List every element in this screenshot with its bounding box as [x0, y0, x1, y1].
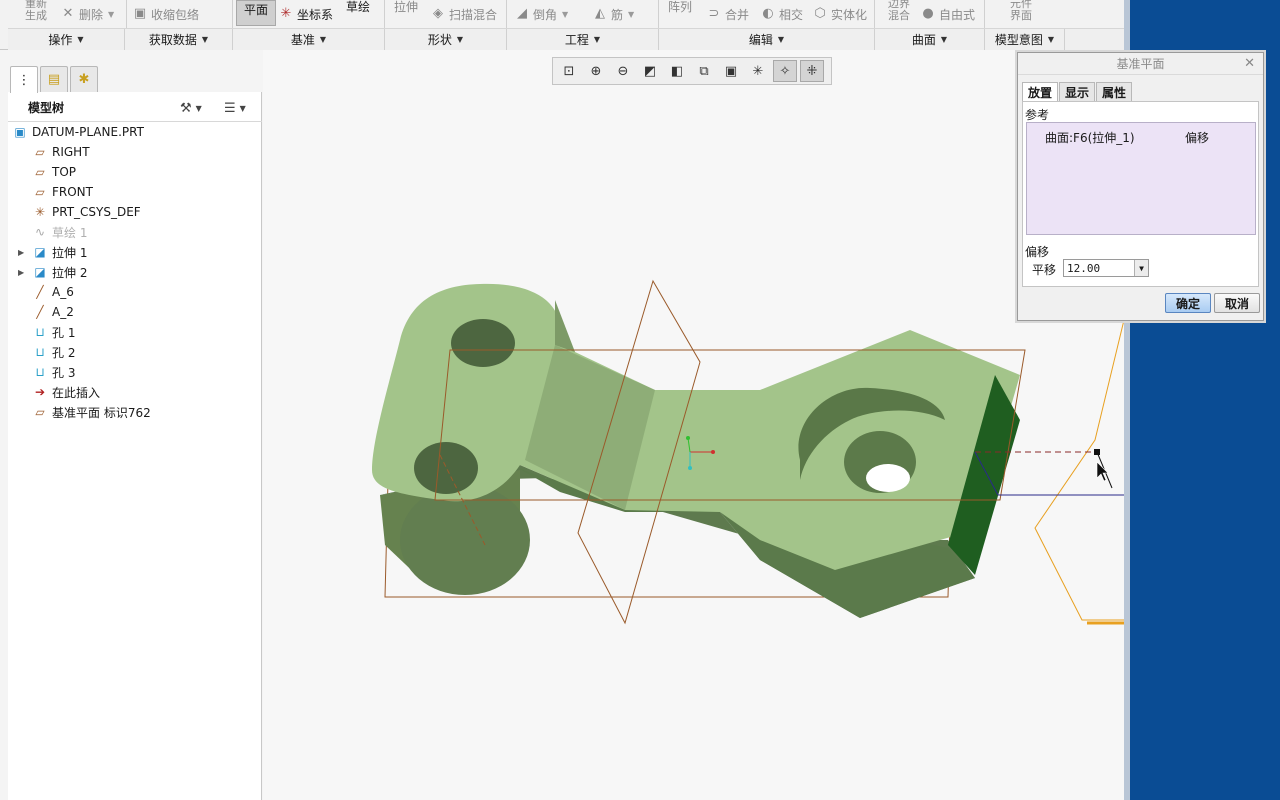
spin-center-button[interactable]: ✧	[773, 60, 797, 82]
translation-value: 12.00	[1067, 261, 1101, 275]
view-manager-button[interactable]: ▣	[719, 60, 743, 82]
datum-plane-dialog: 基准平面 ✕ 放置 显示 属性 参考 曲面:F6(拉伸_1) 偏移 偏移 平移 …	[1017, 52, 1264, 321]
creo-window: 重新生成 ✕ 删除 ▼ ▣ 收缩包络 平面 ✳ 坐标系 草绘 拉伸 ◈ 扫描混合…	[0, 0, 1130, 800]
display-style-icon: ◧	[670, 63, 684, 79]
zoom-in-icon: ⊕	[590, 63, 602, 79]
references-collector[interactable]: 曲面:F6(拉伸_1) 偏移	[1026, 122, 1256, 235]
model-viewport[interactable]	[0, 0, 1130, 800]
model-boss-cylinder	[400, 485, 530, 595]
reference-constraint-type[interactable]: 偏移	[1185, 129, 1209, 146]
dialog-tabs: 放置 显示 属性	[1022, 82, 1133, 102]
hole-2[interactable]	[414, 442, 478, 494]
dialog-title: 基准平面	[1116, 57, 1165, 71]
translation-label: 平移	[1032, 263, 1057, 277]
zoom-out-icon: ⊖	[617, 63, 629, 79]
placement-panel: 参考 曲面:F6(拉伸_1) 偏移 偏移 平移 12.00 ▼	[1022, 101, 1259, 287]
refit-button[interactable]: ⊡	[557, 60, 581, 82]
csys-z-dot	[688, 466, 692, 470]
offset-section-label: 偏移	[1025, 245, 1050, 259]
zoom-in-button[interactable]: ⊕	[584, 60, 608, 82]
references-label: 参考	[1025, 108, 1050, 122]
saved-orientations-button[interactable]: ⧉	[692, 60, 716, 82]
repaint-icon: ◩	[643, 63, 657, 79]
graphics-toolbar: ⊡ ⊕ ⊖ ◩ ◧ ⧉ ▣ ✳ ✧ ⁜	[552, 57, 832, 85]
datum-display-button[interactable]: ✳	[746, 60, 770, 82]
tab-label: 放置	[1028, 86, 1053, 100]
hole-1[interactable]	[451, 319, 515, 367]
tab-placement[interactable]: 放置	[1022, 82, 1059, 102]
cancel-button[interactable]: 取消	[1214, 293, 1260, 313]
hole-3-through	[866, 464, 910, 492]
dialog-title-bar[interactable]: 基准平面 ✕	[1018, 53, 1263, 75]
tab-properties[interactable]: 属性	[1096, 82, 1133, 102]
csys-x-dot	[711, 450, 715, 454]
csys-y-dot	[686, 436, 690, 440]
annotation-display-button[interactable]: ⁜	[800, 60, 824, 82]
display-style-button[interactable]: ◧	[665, 60, 689, 82]
annotation-icon: ⁜	[806, 63, 818, 79]
repaint-button[interactable]: ◩	[638, 60, 662, 82]
translation-input[interactable]: 12.00 ▼	[1063, 259, 1149, 277]
spin-center-icon: ✧	[779, 63, 791, 79]
reference-surface[interactable]: 曲面:F6(拉伸_1)	[1045, 129, 1135, 146]
tab-label: 显示	[1065, 86, 1090, 100]
new-datum-plane-preview[interactable]	[1034, 319, 1125, 621]
zoom-out-button[interactable]: ⊖	[611, 60, 635, 82]
datum-display-icon: ✳	[752, 63, 764, 79]
view-manager-icon: ▣	[724, 63, 738, 79]
tab-label: 属性	[1102, 86, 1127, 100]
close-icon[interactable]: ✕	[1244, 56, 1255, 71]
model-edge-face	[555, 300, 575, 352]
saved-views-icon: ⧉	[699, 63, 709, 79]
tab-display[interactable]: 显示	[1059, 82, 1096, 102]
chevron-down-icon[interactable]: ▼	[1134, 260, 1148, 276]
refit-icon: ⊡	[563, 63, 575, 79]
ok-button[interactable]: 确定	[1165, 293, 1211, 313]
